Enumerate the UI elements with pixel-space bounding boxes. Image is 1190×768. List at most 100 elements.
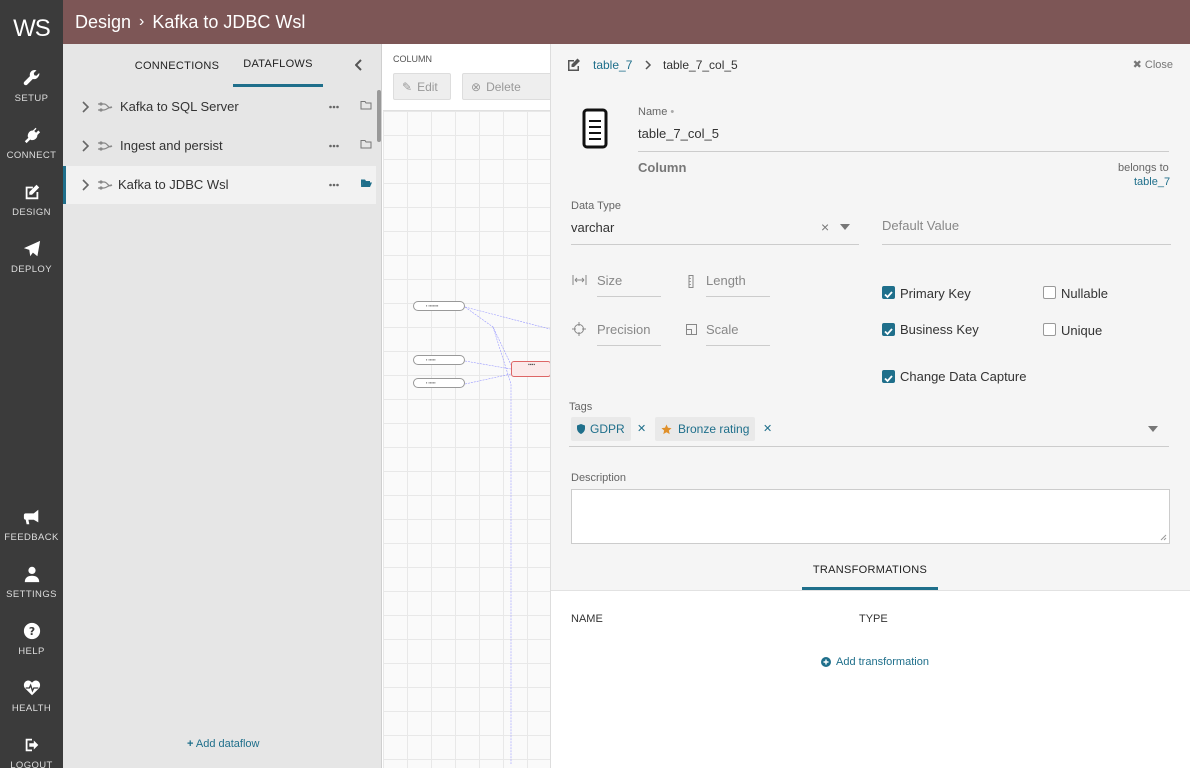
nav-label: SETUP [14, 92, 49, 104]
tag-label: GDPR [590, 422, 625, 436]
change-data-capture-label[interactable]: Change Data Capture [900, 369, 1026, 384]
resize-handle-icon[interactable] [1160, 534, 1167, 541]
nullable-label[interactable]: Nullable [1061, 286, 1108, 301]
tab-connections[interactable]: CONNECTIONS [133, 44, 221, 87]
tag-label: Bronze rating [678, 422, 750, 436]
tag-chip-bronze-rating: Bronze rating [655, 417, 756, 441]
default-value-field[interactable]: Default Value [882, 218, 959, 233]
nav-label: LOGOUT [10, 759, 53, 768]
column-header-type: TYPE [859, 613, 888, 625]
chevron-right-icon [645, 60, 652, 70]
canvas-node[interactable]: ▪ ▪▪▪▪▪ [413, 378, 465, 388]
nav-deploy[interactable]: DEPLOY [0, 230, 63, 284]
edit-square-icon [25, 184, 39, 199]
logout-icon [25, 738, 38, 751]
wrench-icon [23, 69, 39, 85]
precision-field[interactable]: Precision [597, 322, 650, 337]
page-title: Kafka to JDBC Wsl [152, 11, 306, 32]
size-field[interactable]: Size [597, 273, 622, 288]
ruler-icon [688, 275, 694, 288]
dataflow-name: Kafka to JDBC Wsl [118, 177, 229, 192]
clear-icon[interactable]: × [821, 219, 829, 235]
description-textarea[interactable] [571, 489, 1170, 544]
unique-label[interactable]: Unique [1061, 323, 1102, 338]
column-type-label: Column [638, 160, 687, 175]
nav-design[interactable]: DESIGN [0, 173, 63, 227]
column-header-name: NAME [571, 613, 603, 625]
dataflow-name: Kafka to SQL Server [120, 99, 239, 114]
dataflow-item[interactable]: Ingest and persist [63, 127, 376, 165]
check-icon [884, 375, 893, 383]
close-button[interactable]: ✖ Close [1133, 58, 1173, 71]
chevron-left-icon [355, 59, 362, 71]
unique-checkbox[interactable] [1043, 323, 1056, 336]
tab-dataflows[interactable]: DATAFLOWS [233, 44, 323, 87]
caret-down-icon[interactable] [840, 224, 850, 230]
name-field[interactable]: table_7_col_5 [638, 126, 719, 141]
close-label: Close [1144, 59, 1173, 71]
panel-tabs: CONNECTIONS DATAFLOWS [63, 44, 381, 87]
folder-icon[interactable] [360, 138, 372, 150]
help-icon: ? [23, 622, 40, 639]
primary-key-checkbox[interactable] [882, 286, 895, 299]
add-transformation-button[interactable]: Add transformation [821, 656, 929, 668]
scale-underline [706, 345, 770, 346]
precision-underline [597, 345, 661, 346]
header-section[interactable]: Design [75, 12, 131, 33]
chevron-right-icon: › [139, 13, 145, 30]
business-key-checkbox[interactable] [882, 323, 895, 336]
remove-tag-bronze-rating-icon[interactable]: ✕ [763, 422, 772, 435]
nav-setup[interactable]: SETUP [0, 59, 63, 113]
nav-health[interactable]: HEALTH [0, 669, 63, 723]
canvas-node[interactable]: ▪ ▪▪▪▪▪▪▪ [413, 301, 465, 311]
folder-open-icon[interactable] [360, 177, 372, 189]
tags-dropdown-icon[interactable] [1148, 426, 1158, 432]
dataflow-item[interactable]: Kafka to SQL Server [63, 88, 376, 126]
canvas-node-selected[interactable]: ▪▪▪▪ [511, 361, 550, 377]
belongs-to-link[interactable]: table_7 [1134, 176, 1170, 188]
svg-text:?: ? [28, 625, 34, 638]
tag-chip-gdpr: GDPR [571, 417, 631, 441]
breadcrumb-parent[interactable]: table_7 [593, 58, 632, 72]
data-type-select[interactable]: varchar [571, 220, 614, 235]
tags-underline [569, 446, 1169, 447]
collapse-panel-button[interactable] [351, 57, 367, 73]
nav-feedback[interactable]: FEEDBACK [0, 498, 63, 552]
scale-field[interactable]: Scale [706, 322, 739, 337]
chevron-right-icon[interactable] [80, 101, 90, 113]
nav-logout[interactable]: LOGOUT [0, 726, 63, 768]
change-data-capture-checkbox[interactable] [882, 370, 895, 383]
chevron-right-icon[interactable] [80, 179, 90, 191]
dataflow-canvas[interactable]: COLUMN ✎ Edit ⊗ Delete ▪ ▪▪▪▪▪▪▪ ▪ ▪▪▪▪▪… [383, 44, 550, 768]
more-icon[interactable] [329, 144, 339, 148]
check-icon [884, 291, 893, 299]
dataflow-icon [98, 180, 113, 190]
chevron-right-icon[interactable] [80, 140, 90, 152]
heartbeat-icon [23, 679, 40, 695]
nav-connect[interactable]: CONNECT [0, 116, 63, 170]
primary-key-label[interactable]: Primary Key [900, 286, 971, 301]
business-key-label[interactable]: Business Key [900, 322, 979, 337]
nav-settings[interactable]: SETTINGS [0, 555, 63, 609]
nav-help[interactable]: ? HELP [0, 612, 63, 666]
more-icon[interactable] [329, 183, 339, 187]
column-detail-panel: table_7 table_7_col_5 ✖ Close Name • tab… [550, 44, 1190, 768]
tab-transformations[interactable]: TRANSFORMATIONS [802, 552, 938, 591]
nav-label: SETTINGS [6, 588, 57, 600]
scale-icon [686, 324, 697, 335]
length-field[interactable]: Length [706, 273, 746, 288]
folder-icon[interactable] [360, 99, 372, 111]
nullable-checkbox[interactable] [1043, 286, 1056, 299]
description-label: Description [571, 472, 627, 484]
nav-label: FEEDBACK [4, 531, 59, 543]
dataflow-item-selected[interactable]: Kafka to JDBC Wsl [63, 166, 376, 204]
remove-tag-gdpr-icon[interactable]: ✕ [637, 422, 646, 435]
data-type-underline [571, 244, 859, 245]
user-icon [24, 566, 39, 582]
app-root: WS SETUP CONNECT DESIGN DEPLOY FEEDBACK … [0, 0, 1190, 768]
list-scrollbar[interactable] [377, 90, 381, 142]
name-label-text: Name [638, 106, 668, 118]
canvas-node[interactable]: ▪ ▪▪▪▪▪ [413, 355, 465, 365]
add-dataflow-button[interactable]: + Add dataflow [187, 738, 260, 750]
more-icon[interactable] [329, 105, 339, 109]
